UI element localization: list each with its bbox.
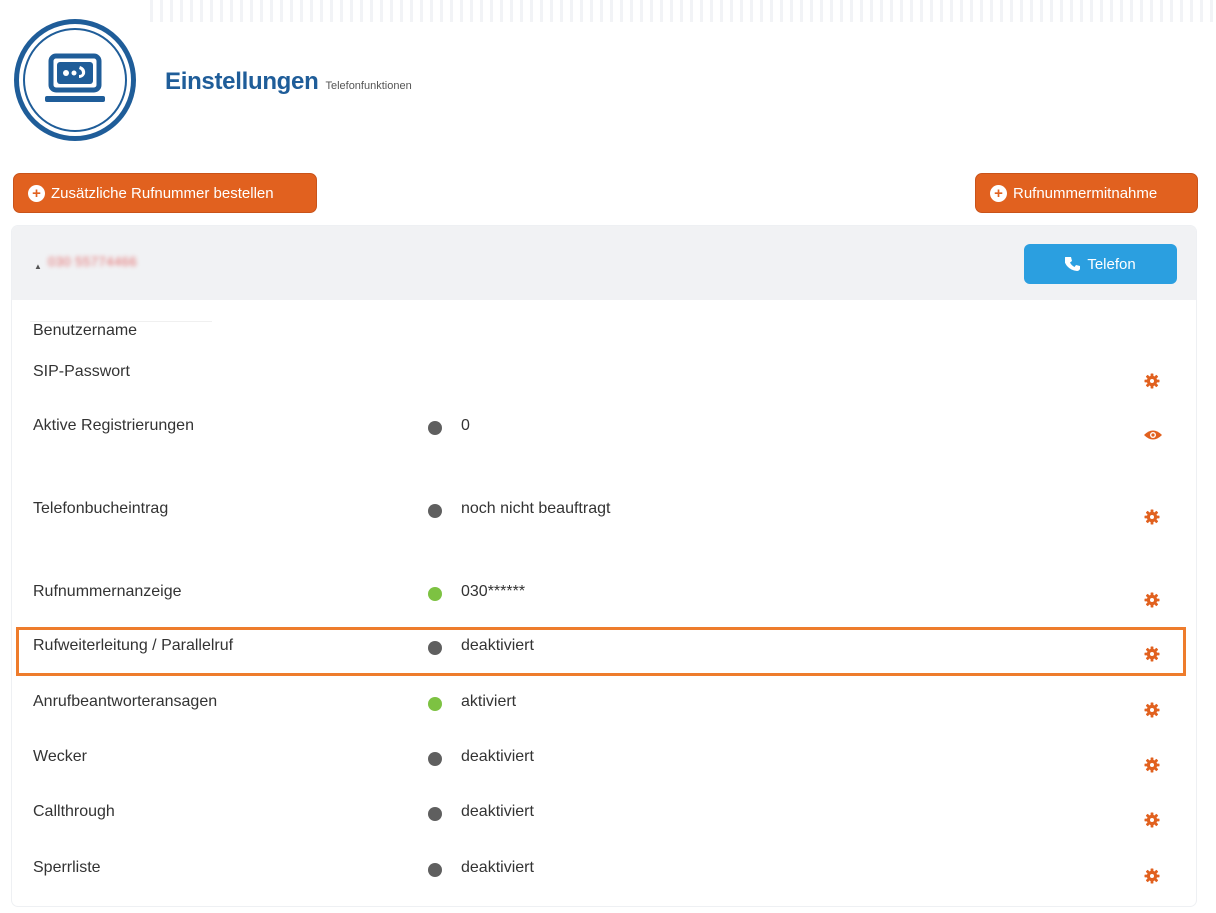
setting-status: aktiviert: [461, 693, 517, 710]
telefon-button-label: Telefon: [1087, 255, 1136, 273]
computer-phone-icon: [45, 53, 105, 102]
setting-label: Anrufbeantworteransagen: [33, 693, 218, 710]
setting-status: 030******: [461, 583, 526, 600]
setting-row-sip-passwort: SIP-Passwort: [12, 360, 1196, 400]
page-title-main: Einstellungen: [165, 68, 319, 95]
setting-label: Rufweiterleitung / Parallelruf: [33, 637, 234, 654]
status-dot-icon: [428, 504, 442, 518]
gear-icon[interactable]: [1143, 591, 1161, 609]
status-dot-icon: [428, 587, 442, 601]
add-number-label: Zusätzliche Rufnummer bestellen: [51, 184, 274, 202]
gear-icon[interactable]: [1143, 645, 1161, 663]
setting-row-telefonbucheintrag: Telefonbucheintrag noch nicht beauftragt: [12, 497, 1196, 537]
number-porting-label: Rufnummermitnahme: [1013, 184, 1158, 202]
setting-row-sperrliste: Sperrliste deaktiviert: [12, 856, 1196, 896]
status-dot-icon: [428, 863, 442, 877]
status-dot-icon: [428, 807, 442, 821]
gear-icon[interactable]: [1143, 372, 1161, 390]
setting-label: Telefonbucheintrag: [33, 500, 169, 517]
status-dot-icon: [428, 752, 442, 766]
add-number-button[interactable]: + Zusätzliche Rufnummer bestellen: [13, 173, 317, 213]
gear-icon[interactable]: [1143, 756, 1161, 774]
telefon-button[interactable]: Telefon: [1024, 244, 1177, 284]
settings-logo: [14, 19, 136, 141]
page-title: Einstellungen Telefonfunktionen: [165, 68, 412, 96]
setting-status: 0: [461, 417, 470, 434]
setting-row-rufweiterleitung: Rufweiterleitung / Parallelruf deaktivie…: [12, 634, 1196, 674]
setting-row-callthrough: Callthrough deaktiviert: [12, 800, 1196, 840]
status-dot-icon: [428, 697, 442, 711]
setting-label: SIP-Passwort: [33, 363, 130, 380]
setting-row-wecker: Wecker deaktiviert: [12, 745, 1196, 785]
setting-status: noch nicht beauftragt: [461, 500, 611, 517]
setting-status: deaktiviert: [461, 859, 534, 876]
phone-icon: [1065, 257, 1081, 271]
status-dot-icon: [428, 421, 442, 435]
setting-label: Aktive Registrierungen: [33, 417, 194, 434]
panel-header[interactable]: ▲ 030 55774466 Telefon: [12, 226, 1196, 300]
setting-status: deaktiviert: [461, 803, 534, 820]
plus-icon: +: [28, 184, 45, 202]
setting-label: Sperrliste: [33, 859, 101, 876]
setting-row-rufnummernanzeige: Rufnummernanzeige 030******: [12, 580, 1196, 620]
setting-row-anrufbeantworteransagen: Anrufbeantworteransagen aktiviert: [12, 690, 1196, 730]
setting-label: Rufnummernanzeige: [33, 583, 182, 600]
setting-label: Callthrough: [33, 803, 115, 820]
status-dot-icon: [428, 641, 442, 655]
setting-label: Benutzername: [33, 322, 138, 339]
phone-number: 030 55774466: [48, 254, 138, 269]
setting-status: deaktiviert: [461, 748, 534, 765]
gear-icon[interactable]: [1143, 701, 1161, 719]
number-porting-button[interactable]: + Rufnummermitnahme: [975, 173, 1198, 213]
gear-icon[interactable]: [1143, 508, 1161, 526]
page-subtitle: Telefonfunktionen: [325, 80, 412, 92]
setting-row-benutzername: Benutzername: [12, 320, 1196, 360]
setting-label: Wecker: [33, 748, 87, 765]
eye-icon[interactable]: [1143, 426, 1163, 444]
gear-icon[interactable]: [1143, 811, 1161, 829]
top-decoration: [150, 0, 1216, 22]
collapse-caret-icon[interactable]: ▲: [34, 262, 42, 271]
plus-icon: +: [990, 184, 1007, 202]
setting-row-aktive-registrierungen: Aktive Registrierungen 0: [12, 414, 1196, 454]
gear-icon[interactable]: [1143, 867, 1161, 885]
setting-status: deaktiviert: [461, 637, 534, 654]
